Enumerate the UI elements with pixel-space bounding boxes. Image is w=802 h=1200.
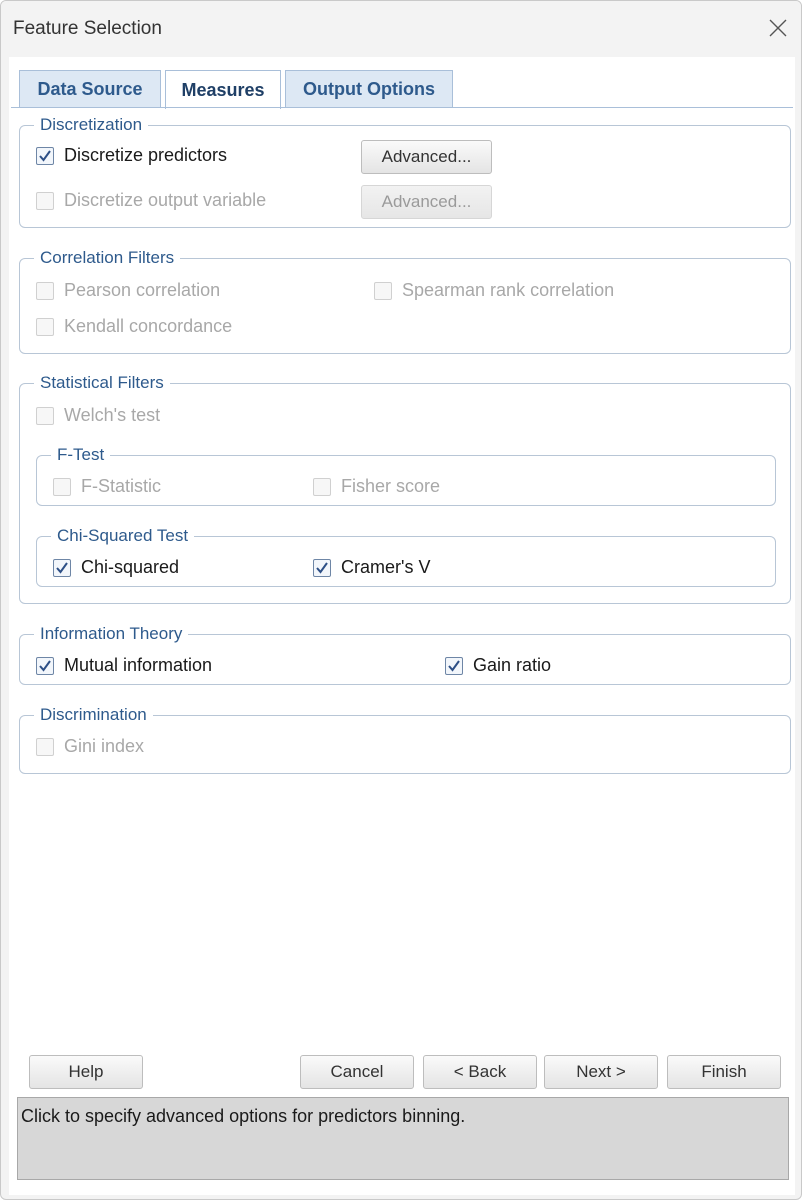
checkbox-box — [36, 281, 54, 300]
button-label: Help — [68, 1062, 104, 1081]
checkbox-label: Cramer's V — [341, 557, 431, 577]
cancel-button[interactable]: Cancel — [300, 1055, 414, 1089]
next-button[interactable]: Next > — [544, 1055, 658, 1089]
checkbox-box — [374, 281, 392, 300]
checkbox-label: Discretize predictors — [64, 145, 228, 165]
check-icon — [56, 561, 68, 574]
checkbox-label: Chi-squared — [81, 557, 180, 577]
information-theory-group: Information Theory Mutual information Ga… — [19, 624, 791, 685]
mutual-information-checkbox[interactable]: Mutual information — [36, 655, 212, 676]
checkbox-box — [53, 558, 71, 577]
button-label: Cancel — [330, 1062, 384, 1081]
kendall-checkbox[interactable]: Kendall concordance — [36, 316, 232, 337]
button-label: Finish — [701, 1062, 747, 1081]
checkbox-box — [36, 737, 54, 756]
checkbox-label: Mutual information — [64, 655, 213, 675]
checkbox-label: Kendall concordance — [64, 316, 233, 336]
gini-index-checkbox[interactable]: Gini index — [36, 736, 144, 757]
measures-panel: Discretization Discretize predictors Adv… — [11, 107, 793, 1087]
checkbox-label: Welch's test — [64, 405, 161, 425]
chi-squared-group: Chi-Squared Test Chi-squared Cramer's V — [36, 526, 776, 587]
button-label: Advanced... — [381, 192, 472, 211]
check-icon — [448, 659, 460, 672]
group-title: Statistical Filters — [34, 373, 170, 393]
checkbox-label: F-Statistic — [81, 476, 162, 496]
status-text: Click to specify advanced options for pr… — [21, 1106, 466, 1126]
discretize-output-checkbox[interactable]: Discretize output variable — [36, 190, 266, 211]
checkbox-label: Spearman rank correlation — [402, 280, 615, 300]
tab-label: Output Options — [303, 79, 435, 99]
status-help-text: Click to specify advanced options for pr… — [17, 1097, 789, 1180]
group-title: Chi-Squared Test — [51, 526, 195, 546]
checkbox-label: Pearson correlation — [64, 280, 221, 300]
close-button[interactable] — [755, 5, 801, 51]
checkbox-box — [36, 406, 54, 425]
close-icon — [769, 19, 787, 37]
title-bar: Feature Selection — [1, 1, 801, 57]
checkbox-box — [36, 146, 54, 165]
group-title: Correlation Filters — [34, 248, 181, 268]
window-title: Feature Selection — [13, 18, 162, 39]
checkbox-box — [36, 656, 54, 675]
group-title: Information Theory — [34, 624, 189, 644]
f-test-group: F-Test F-Statistic Fisher score — [36, 445, 776, 506]
f-statistic-checkbox[interactable]: F-Statistic — [53, 476, 161, 497]
cramers-v-checkbox[interactable]: Cramer's V — [313, 557, 430, 578]
tab-label: Measures — [181, 79, 265, 100]
checkbox-box — [36, 191, 54, 210]
button-label: Advanced... — [381, 147, 472, 166]
discretize-predictors-checkbox[interactable]: Discretize predictors — [36, 145, 227, 166]
gain-ratio-checkbox[interactable]: Gain ratio — [445, 655, 551, 676]
tab-label: Data Source — [37, 79, 143, 99]
spearman-checkbox[interactable]: Spearman rank correlation — [374, 280, 614, 301]
checkbox-box — [445, 656, 463, 675]
welch-checkbox[interactable]: Welch's test — [36, 405, 160, 426]
group-title: Discretization — [34, 115, 149, 135]
back-button[interactable]: < Back — [423, 1055, 537, 1089]
feature-selection-dialog: Feature Selection Data Source Measures O… — [0, 0, 802, 1200]
tab-data-source[interactable]: Data Source — [19, 70, 161, 108]
checkbox-label: Discretize output variable — [64, 190, 267, 210]
chi-squared-checkbox[interactable]: Chi-squared — [53, 557, 179, 578]
checkbox-box — [36, 317, 54, 336]
group-title: Discrimination — [34, 705, 153, 725]
predictors-advanced-button[interactable]: Advanced... — [361, 140, 492, 174]
check-icon — [39, 659, 51, 672]
output-advanced-button[interactable]: Advanced... — [361, 185, 492, 219]
tab-output-options[interactable]: Output Options — [285, 70, 453, 108]
statistical-filters-group: Statistical Filters Welch's test F-Test … — [19, 373, 791, 604]
fisher-score-checkbox[interactable]: Fisher score — [313, 476, 440, 497]
finish-button[interactable]: Finish — [667, 1055, 781, 1089]
help-button[interactable]: Help — [29, 1055, 143, 1089]
tab-measures[interactable]: Measures — [165, 70, 281, 109]
checkbox-label: Gini index — [64, 736, 145, 756]
checkbox-box — [53, 477, 71, 496]
correlation-filters-group: Correlation Filters Pearson correlation … — [19, 248, 791, 354]
checkbox-box — [313, 477, 331, 496]
discretization-group: Discretization Discretize predictors Adv… — [19, 115, 791, 228]
checkbox-label: Gain ratio — [473, 655, 552, 675]
group-title: F-Test — [51, 445, 111, 465]
pearson-checkbox[interactable]: Pearson correlation — [36, 280, 220, 301]
check-icon — [39, 149, 51, 162]
button-label: Next > — [576, 1062, 626, 1081]
button-label: < Back — [453, 1062, 507, 1081]
check-icon — [316, 561, 328, 574]
discrimination-group: Discrimination Gini index — [19, 705, 791, 774]
checkbox-box — [313, 558, 331, 577]
dialog-content: Data Source Measures Output Options Disc… — [9, 57, 795, 1195]
checkbox-label: Fisher score — [341, 476, 441, 496]
